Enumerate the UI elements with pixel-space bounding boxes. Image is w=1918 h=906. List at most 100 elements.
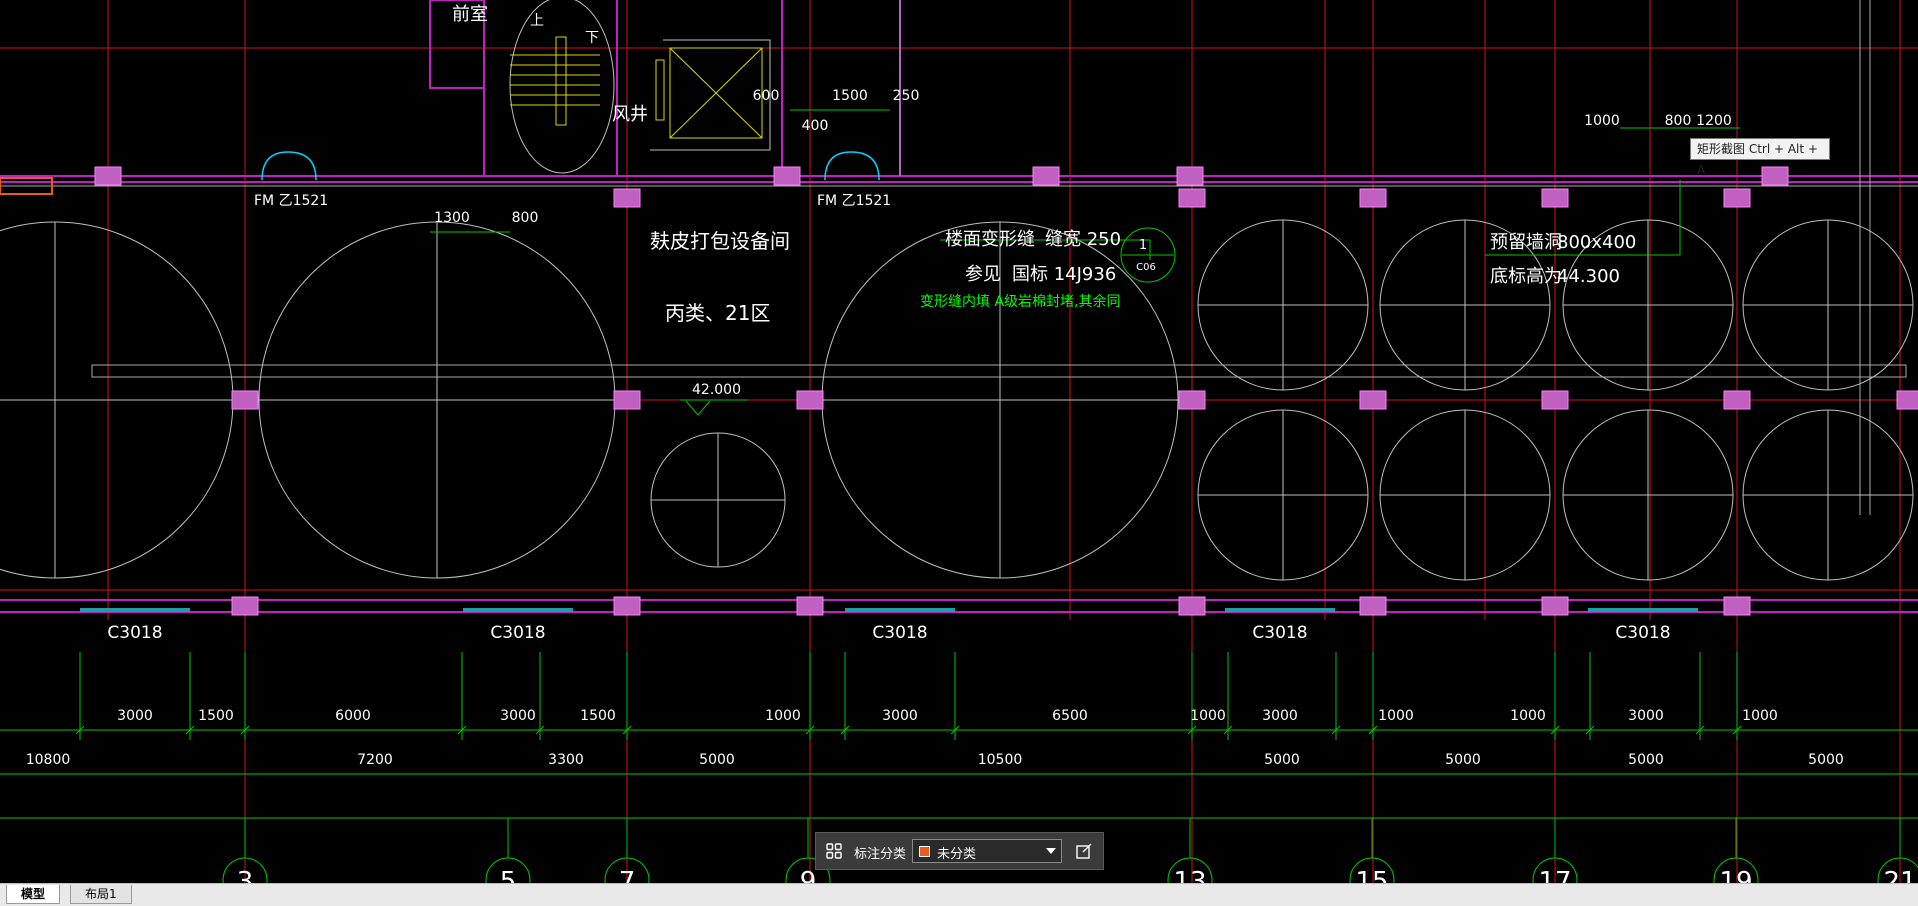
dim-text-row2: 5000	[1445, 752, 1481, 768]
dim-text-top: 250	[893, 88, 920, 104]
column	[796, 596, 824, 616]
annotation-category-select[interactable]: 未分类	[912, 839, 1062, 863]
hole-size: 800x400	[1557, 232, 1636, 253]
category-color-swatch	[919, 846, 930, 857]
dim-text-row2: 10800	[26, 752, 71, 768]
bottom-elev-label: 底标高为	[1490, 266, 1562, 287]
dim-text-row2: 5000	[1264, 752, 1300, 768]
dim-text-row1: 3000	[882, 708, 918, 724]
chevron-down-icon	[1046, 848, 1056, 854]
dim-text-top: 1300	[434, 210, 470, 226]
cad-drawing-canvas[interactable]: 麸皮打包设备间 丙类、21区 前室 风井 上 下 楼面变形缝 缝宽 250 参见…	[0, 0, 1918, 883]
ref-standard: 国标 14J936	[1012, 264, 1116, 285]
column	[94, 166, 122, 186]
dim-text-row1: 3000	[500, 708, 536, 724]
axis-number: 5	[500, 867, 517, 883]
dim-text-row1: 1000	[1190, 708, 1226, 724]
dimension-ticks	[75, 652, 1742, 740]
axis-number: 3	[237, 867, 254, 883]
hole-label: 预留墙洞	[1490, 232, 1562, 253]
column	[1359, 390, 1387, 410]
dim-text-top: 1500	[832, 88, 868, 104]
dim-text-row2: 7200	[357, 752, 393, 768]
dim-text-row2: 3300	[548, 752, 584, 768]
room-title: 麸皮打包设备间	[650, 229, 790, 253]
window-label: C3018	[490, 623, 545, 643]
column	[1178, 188, 1206, 208]
stair-elevator-core	[509, 0, 771, 174]
axis-number: 9	[800, 867, 817, 883]
column	[1723, 596, 1751, 616]
dim-text-row1: 3000	[117, 708, 153, 724]
dim-text-row1: 1000	[1742, 708, 1778, 724]
dim-text-row1: 1000	[1378, 708, 1414, 724]
dim-text-row1: 1500	[198, 708, 234, 724]
dim-text-row2: 5000	[699, 752, 735, 768]
window-label: C3018	[1252, 623, 1307, 643]
detail-sheet: C06	[1136, 262, 1156, 273]
dim-text-top: 1000	[1584, 113, 1620, 129]
column	[773, 166, 801, 186]
stairs-up-label: 上	[530, 13, 544, 29]
front-room-label: 前室	[452, 4, 488, 25]
axis-number: 15	[1355, 867, 1388, 883]
tab-model[interactable]: 模型	[6, 885, 61, 904]
dim-text-row1: 3000	[1262, 708, 1298, 724]
bottom-elev-value: 44.300	[1557, 266, 1620, 287]
grid-icon[interactable]	[822, 839, 846, 863]
dim-text-row1: 3000	[1628, 708, 1664, 724]
column	[1896, 390, 1918, 410]
column	[613, 188, 641, 208]
column	[231, 596, 259, 616]
door-label-1: FM 乙1521	[254, 193, 328, 209]
room-labels: 麸皮打包设备间 丙类、21区 前室 风井 上 下	[452, 4, 790, 325]
annotation-toolbar: 标注分类 未分类	[815, 832, 1104, 870]
elevation-value: 42.000	[692, 382, 741, 398]
layout-tab-bar: 模型 布局1	[0, 883, 1918, 906]
room-class: 丙类、21区	[665, 301, 770, 325]
dim-text-row1: 6000	[335, 708, 371, 724]
column	[1359, 596, 1387, 616]
dim-text-top: 800	[512, 210, 539, 226]
column	[613, 390, 641, 410]
column	[1541, 596, 1569, 616]
dim-text-row1: 1500	[580, 708, 616, 724]
floor-lines	[0, 0, 1918, 515]
axis-number: 7	[619, 867, 636, 883]
edit-icon[interactable]	[1072, 839, 1096, 863]
column	[1178, 596, 1206, 616]
dim-text-top: 1200	[1696, 113, 1732, 129]
annotation-notes: 楼面变形缝 缝宽 250 参见 国标 14J936 预留墙洞 800x400 底…	[945, 229, 1636, 287]
column	[1176, 166, 1204, 186]
elevation-marker	[680, 399, 748, 416]
stairs-down-label: 下	[585, 30, 599, 46]
column	[1723, 188, 1751, 208]
axis-number: 17	[1538, 867, 1571, 883]
axis-number: 19	[1719, 867, 1752, 883]
wind-shaft-label: 风井	[612, 104, 648, 125]
column	[1541, 390, 1569, 410]
dim-text-row1: 1000	[765, 708, 801, 724]
window-label: C3018	[872, 623, 927, 643]
annotation-category-value: 未分类	[937, 847, 977, 862]
dim-text-row1: 1000	[1510, 708, 1546, 724]
column	[1761, 166, 1789, 186]
axis-number: 13	[1173, 867, 1206, 883]
column	[1541, 188, 1569, 208]
column	[796, 390, 824, 410]
window-label: C3018	[1615, 623, 1670, 643]
dim-text-row1: 6500	[1052, 708, 1088, 724]
annotation-category-label: 标注分类	[854, 847, 907, 862]
dim-text-top: 400	[802, 118, 829, 134]
column	[1723, 390, 1751, 410]
column	[1178, 390, 1206, 410]
axis-grid	[0, 0, 1918, 883]
joint-width-note: 缝宽 250	[1045, 229, 1121, 250]
detail-number: 1	[1139, 238, 1147, 253]
column	[613, 596, 641, 616]
column	[231, 390, 259, 410]
window-labels: C3018 C3018 C3018 C3018 C3018	[107, 623, 1670, 643]
screenshot-tooltip: 矩形截图 Ctrl + Alt + A	[1690, 138, 1830, 177]
dim-text-top: 800	[1665, 113, 1692, 129]
tab-layout1[interactable]: 布局1	[70, 885, 132, 904]
